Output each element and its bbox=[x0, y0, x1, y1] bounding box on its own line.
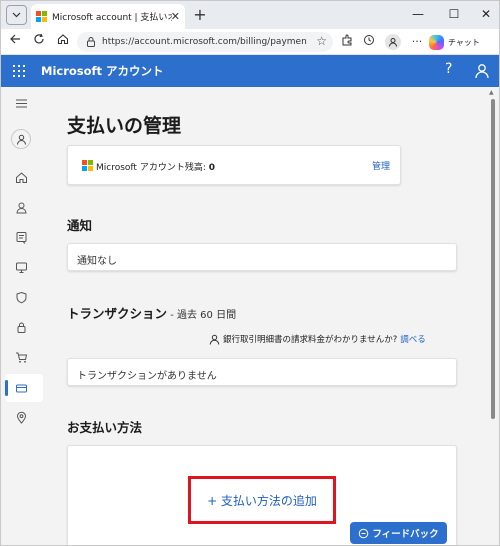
back-button[interactable] bbox=[7, 33, 23, 49]
microsoft-logo-icon bbox=[36, 11, 47, 22]
feedback-label: フィードバック bbox=[372, 529, 439, 540]
page-title: 支払いの管理 bbox=[67, 115, 182, 137]
investigate-link[interactable]: 調べる bbox=[400, 333, 426, 345]
tab-title: Microsoft account | 支払いオプション bbox=[52, 13, 172, 23]
transactions-title: トランザクション bbox=[67, 306, 168, 321]
page-scrollbar[interactable]: ▲ bbox=[487, 87, 499, 545]
balance-card: Microsoft アカウント残高: 0 管理 bbox=[67, 145, 401, 185]
transactions-card: トランザクションがありません bbox=[67, 358, 457, 386]
help-icon[interactable]: ? bbox=[445, 61, 452, 77]
microsoft-logo-icon bbox=[82, 160, 93, 171]
card-icon[interactable] bbox=[11, 378, 31, 398]
favorite-star-icon[interactable]: ☆ bbox=[316, 34, 327, 48]
bank-statement-question: 銀行取引明細書の請求料金がわかりませんか? 調べる bbox=[209, 333, 426, 345]
maximize-button[interactable]: ☐ bbox=[447, 7, 461, 21]
refresh-button[interactable] bbox=[31, 33, 47, 49]
left-nav-rail bbox=[1, 87, 45, 545]
cart-icon[interactable] bbox=[11, 347, 31, 367]
browser-window: Microsoft account | 支払いオプション ✕ + — ☐ ✕ h… bbox=[0, 0, 500, 546]
scroll-thumb[interactable] bbox=[491, 99, 495, 419]
bank-question-text: 銀行取引明細書の請求料金がわかりませんか? bbox=[223, 335, 398, 345]
notifications-heading: 通知 bbox=[67, 218, 93, 233]
add-payment-method-label: + 支払い方法の追加 bbox=[207, 493, 317, 508]
menu-icon[interactable] bbox=[11, 93, 31, 113]
tab-close-icon[interactable]: ✕ bbox=[171, 10, 180, 23]
scroll-up-arrow-icon[interactable]: ▲ bbox=[489, 89, 494, 96]
lock-icon bbox=[87, 37, 95, 47]
transactions-subtitle: - 過去 60 日間 bbox=[167, 310, 237, 321]
close-window-button[interactable]: ✕ bbox=[479, 7, 493, 21]
rail-privacy-icon[interactable] bbox=[11, 227, 31, 247]
manage-link[interactable]: 管理 bbox=[372, 159, 390, 172]
location-icon[interactable] bbox=[11, 407, 31, 427]
new-tab-button[interactable]: + bbox=[191, 5, 209, 24]
minimize-button[interactable]: — bbox=[411, 7, 425, 21]
refresh-icon bbox=[34, 33, 44, 44]
chevron-down-icon bbox=[12, 12, 21, 18]
copilot-icon bbox=[429, 34, 444, 50]
more-icon[interactable]: ··· bbox=[409, 34, 425, 50]
shield-icon[interactable] bbox=[11, 287, 31, 307]
browser-toolbar: https://account.microsoft.com/billing/pa… bbox=[1, 29, 499, 55]
app-header: Microsoft アカウント ? bbox=[1, 55, 499, 87]
rail-active-indicator bbox=[5, 380, 8, 396]
home-button[interactable] bbox=[55, 33, 71, 49]
address-bar[interactable]: https://account.microsoft.com/billing/pa… bbox=[77, 32, 333, 52]
home-icon bbox=[57, 34, 69, 45]
back-icon bbox=[10, 34, 20, 44]
history-icon[interactable] bbox=[361, 34, 377, 50]
rail-lock-icon[interactable] bbox=[11, 317, 31, 337]
extensions-icon[interactable] bbox=[339, 34, 355, 50]
feedback-button[interactable]: フィードバック bbox=[350, 522, 447, 544]
payment-methods-heading: お支払い方法 bbox=[67, 420, 143, 435]
balance-text: Microsoft アカウント残高: 0 bbox=[96, 160, 215, 173]
notifications-empty-text: 通知なし bbox=[77, 256, 117, 267]
notifications-card: 通知なし bbox=[67, 243, 457, 271]
rail-profile-icon[interactable] bbox=[11, 197, 31, 217]
chat-label: チャット bbox=[448, 37, 480, 47]
rail-avatar-icon[interactable] bbox=[11, 129, 31, 149]
transactions-heading: トランザクション - 過去 60 日間 bbox=[67, 303, 236, 322]
copilot-chat-button[interactable]: チャット bbox=[429, 32, 487, 52]
account-icon[interactable] bbox=[475, 63, 489, 79]
active-tab[interactable]: Microsoft account | 支払いオプション ✕ bbox=[31, 4, 185, 29]
person-icon bbox=[209, 334, 220, 345]
balance-value: 0 bbox=[208, 163, 215, 173]
rail-home-icon[interactable] bbox=[11, 167, 31, 187]
tab-actions-button[interactable] bbox=[6, 5, 27, 25]
device-icon[interactable] bbox=[11, 257, 31, 277]
app-title[interactable]: Microsoft アカウント bbox=[41, 63, 164, 79]
profile-icon[interactable] bbox=[385, 34, 401, 50]
tab-strip: Microsoft account | 支払いオプション ✕ + — ☐ ✕ bbox=[1, 1, 499, 29]
waffle-icon[interactable] bbox=[13, 65, 25, 77]
balance-label: Microsoft アカウント残高: bbox=[96, 163, 209, 173]
feedback-icon bbox=[359, 528, 369, 538]
main-content: 支払いの管理 Microsoft アカウント残高: 0 管理 通知 通知なし ト… bbox=[45, 87, 487, 545]
add-payment-method-button[interactable]: + 支払い方法の追加 bbox=[188, 476, 336, 524]
url-text: https://account.microsoft.com/billing/pa… bbox=[102, 37, 307, 47]
transactions-empty-text: トランザクションがありません bbox=[77, 371, 217, 382]
